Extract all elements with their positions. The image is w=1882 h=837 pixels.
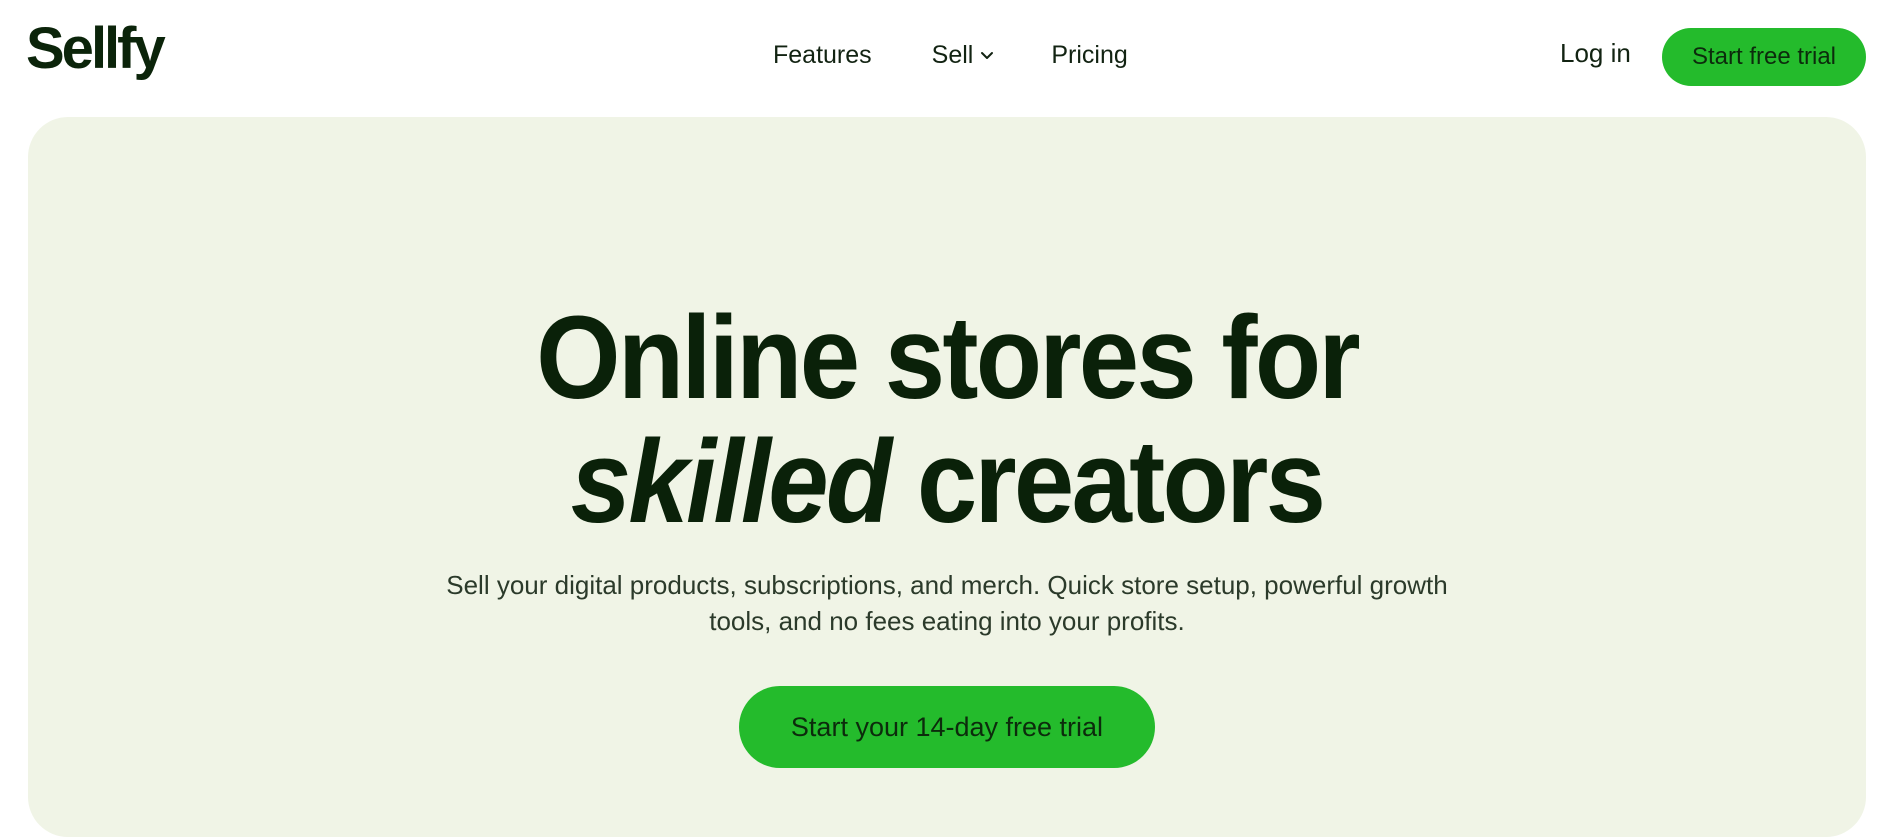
nav-item-pricing[interactable]: Pricing: [1051, 40, 1127, 70]
nav-sell-label: Sell: [931, 41, 974, 69]
login-link[interactable]: Log in: [1560, 38, 1631, 69]
nav-features-label: Features: [773, 41, 872, 69]
nav-pricing-label: Pricing: [1051, 41, 1128, 69]
logo[interactable]: Sellfy: [26, 20, 166, 78]
hero-title-emphasis: skilled: [570, 416, 892, 548]
hero-title-line2: creators: [916, 416, 1326, 548]
hero-subtitle: Sell your digital products, subscription…: [28, 567, 1866, 639]
nav-item-sell[interactable]: Sell: [932, 40, 996, 70]
start-trial-cta-button[interactable]: Start your 14-day free trial: [739, 686, 1155, 768]
hero-subtitle-line1: Sell your digital products, subscription…: [446, 570, 1448, 600]
main-nav: Features Sell Pricing: [773, 40, 1128, 70]
hero-title-line1: Online stores for: [536, 292, 1360, 424]
start-free-trial-button[interactable]: Start free trial: [1662, 28, 1866, 86]
chevron-down-icon: [981, 52, 994, 59]
site-header: Sellfy Features Sell Pricing Log in Star…: [0, 0, 1882, 116]
hero-subtitle-line2: tools, and no fees eating into your prof…: [709, 606, 1185, 636]
hero-section: Online stores for skilled creators Sell …: [28, 117, 1866, 837]
nav-item-features[interactable]: Features: [773, 40, 872, 70]
hero-title: Online stores for skilled creators: [102, 296, 1793, 544]
